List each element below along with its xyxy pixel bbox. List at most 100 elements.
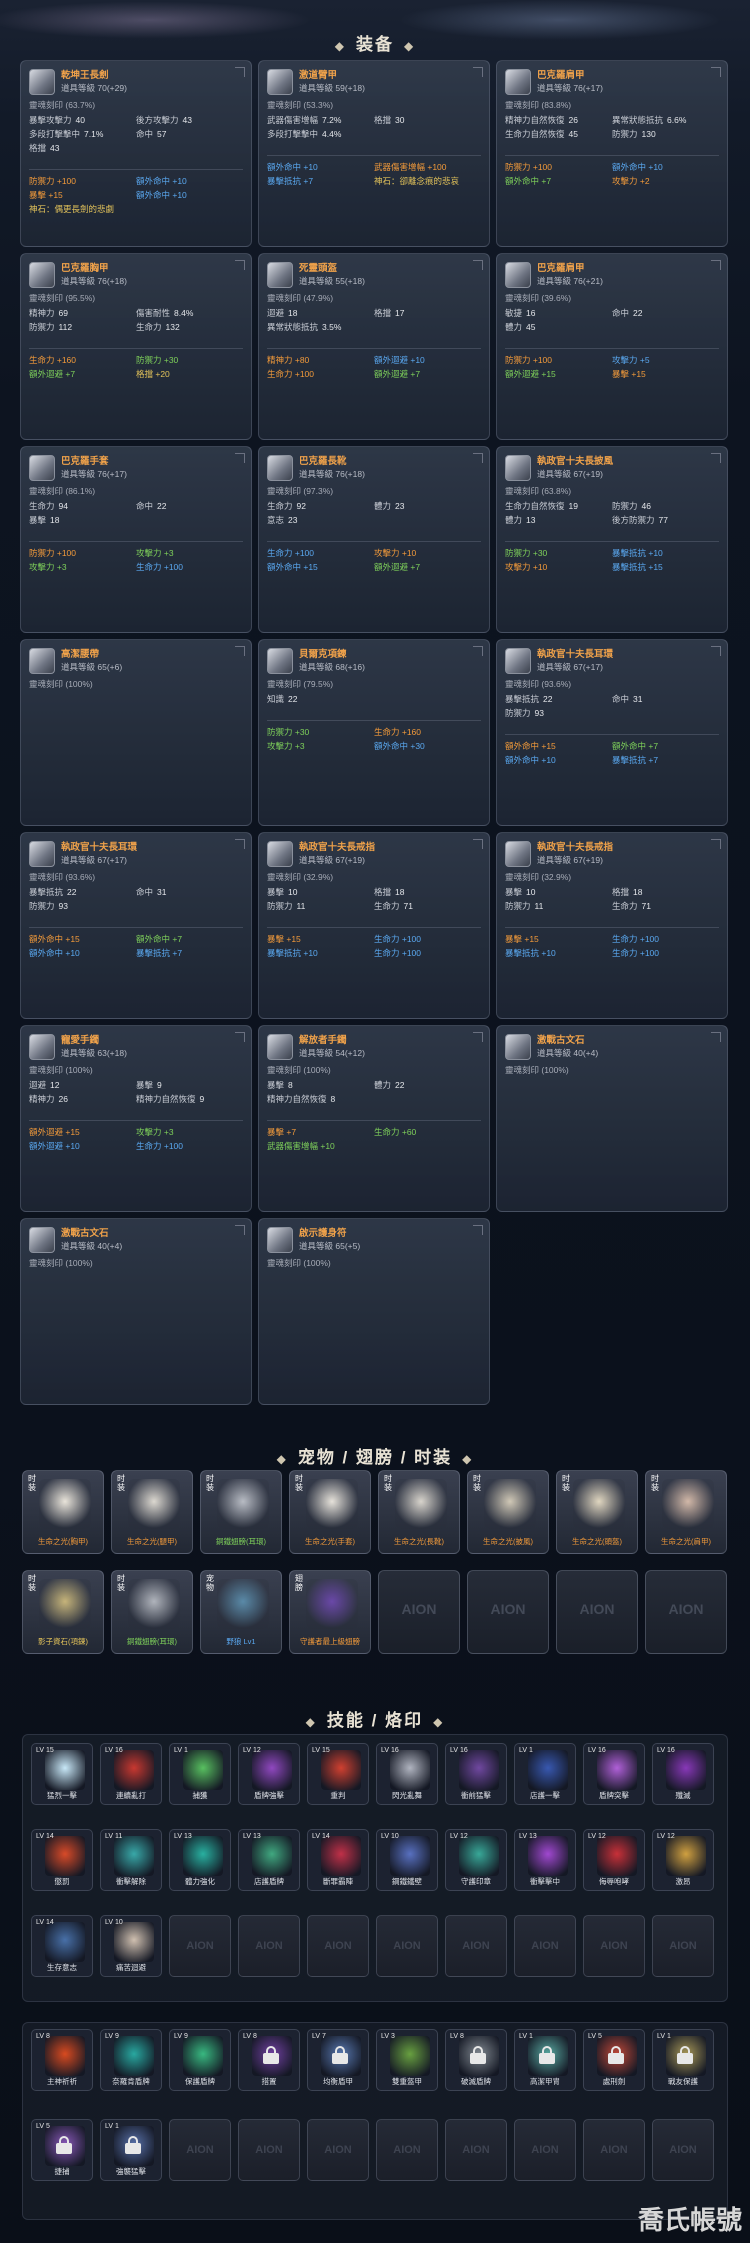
skill-slot[interactable]: LV 13 體力強化 bbox=[169, 1829, 231, 1891]
skill-slot[interactable]: LV 14 懲罰 bbox=[31, 1829, 93, 1891]
equipment-card[interactable]: 貝爾克項鍊 道具等級 68(+16) 靈魂刻印 (79.5%) 知識 22 防禦力 +30… bbox=[258, 639, 490, 826]
tile-type-tag: 时装 bbox=[295, 1474, 303, 1492]
item-stats: 知識 22 bbox=[267, 692, 481, 706]
bonus-entry: 額外命中 +10 bbox=[612, 162, 663, 172]
item-name: 啟示護身符 bbox=[299, 1228, 347, 1239]
skill-slot[interactable]: LV 1 捕獲 bbox=[169, 1743, 231, 1805]
aion-watermark: AION bbox=[490, 1601, 526, 1617]
equipment-card[interactable]: 巴克羅長靴 道具等級 76(+18) 靈魂刻印 (97.3%) 生命力 92 體力 23 意志… bbox=[258, 446, 490, 633]
stat-value: 45 bbox=[568, 129, 578, 139]
costume-tile[interactable]: 时装 生命之光(披風) bbox=[467, 1470, 549, 1554]
skill-slot[interactable]: LV 12 激昂 bbox=[652, 1829, 714, 1891]
stigma-slot[interactable]: LV 1 高潔甲冑 bbox=[514, 2029, 576, 2091]
skill-slot[interactable]: LV 16 閃光亂舞 bbox=[376, 1743, 438, 1805]
skill-name: 連續亂打 bbox=[116, 1791, 146, 1800]
equipment-card[interactable]: 巴克羅胸甲 道具等級 76(+18) 靈魂刻印 (95.5%) 精神力 69 傷害耐性 8.… bbox=[20, 253, 252, 440]
card-header: 高潔腰帶 道具等級 65(+6) bbox=[29, 646, 243, 676]
stigma-slot[interactable]: LV 7 均衡盾甲 bbox=[307, 2029, 369, 2091]
stigma-slot[interactable]: LV 5 捷捕 bbox=[31, 2119, 93, 2181]
tile-type-tag: 时装 bbox=[206, 1474, 214, 1492]
costume-tile[interactable]: 时装 銅鐵翅膀(耳環) bbox=[200, 1470, 282, 1554]
skill-slot[interactable]: LV 16 連續亂打 bbox=[100, 1743, 162, 1805]
stigma-slot[interactable]: LV 9 奈羅肯盾牌 bbox=[100, 2029, 162, 2091]
skill-slot[interactable]: LV 16 衝前猛擊 bbox=[445, 1743, 507, 1805]
skill-level: LV 13 bbox=[519, 1833, 537, 1840]
stigma-slot[interactable]: LV 8 主神祈祈 bbox=[31, 2029, 93, 2091]
stat-value: 10 bbox=[288, 887, 298, 897]
skill-slot[interactable]: LV 12 盾牌強擊 bbox=[238, 1743, 300, 1805]
costume-tile[interactable]: 宠物 野狼 Lv1 bbox=[200, 1570, 282, 1654]
item-name: 激戰古文石 bbox=[537, 1035, 585, 1046]
skill-slot[interactable]: LV 14 斷罪霸陣 bbox=[307, 1829, 369, 1891]
skill-slot[interactable]: LV 1 店護一擊 bbox=[514, 1743, 576, 1805]
skill-slot[interactable]: LV 12 守護印章 bbox=[445, 1829, 507, 1891]
skill-slot[interactable]: LV 13 店護盾牌 bbox=[238, 1829, 300, 1891]
skill-slot[interactable]: LV 14 生存意志 bbox=[31, 1915, 93, 1977]
equipment-card[interactable]: 激戰古文石 道具等級 40(+4) 靈魂刻印 (100%) bbox=[20, 1218, 252, 1405]
equipment-card[interactable]: 執政官十夫長戒指 道具等級 67(+19) 靈魂刻印 (32.9%) 暴擊 10 格擋 18… bbox=[258, 832, 490, 1019]
equipment-card[interactable]: 巴克羅手套 道具等級 76(+17) 靈魂刻印 (86.1%) 生命力 94 命中 22 暴擊… bbox=[20, 446, 252, 633]
item-title: 寵愛手鐲 道具等級 63(+18) bbox=[61, 1035, 127, 1059]
costume-tile[interactable]: 翅膀 守護者最上級翅膀 bbox=[289, 1570, 371, 1654]
skill-slot[interactable]: LV 15 猛烈一擊 bbox=[31, 1743, 93, 1805]
skill-name: 高潔甲冑 bbox=[530, 2077, 560, 2086]
equipment-card[interactable]: 執政官十夫長耳環 道具等級 67(+17) 靈魂刻印 (93.6%) 暴擊抵抗 22 命中… bbox=[20, 832, 252, 1019]
bonus-entry: 武器傷害增幅 +10 bbox=[267, 1141, 335, 1151]
empty-skill-slot: AION bbox=[376, 2119, 438, 2181]
equipment-card[interactable]: 啟示護身符 道具等級 65(+5) 靈魂刻印 (100%) bbox=[258, 1218, 490, 1405]
stigma-slot[interactable]: LV 8 措置 bbox=[238, 2029, 300, 2091]
equipment-card[interactable]: 執政官十夫長披風 道具等級 67(+19) 靈魂刻印 (63.8%) 生命力自然恢復 1… bbox=[496, 446, 728, 633]
card-corner-icon bbox=[473, 1225, 483, 1235]
skill-slot[interactable]: LV 12 侮辱咆哮 bbox=[583, 1829, 645, 1891]
stigma-slot[interactable]: LV 9 保護盾牌 bbox=[169, 2029, 231, 2091]
equipment-card[interactable]: 巴克羅肩甲 道具等級 76(+17) 靈魂刻印 (83.8%) 精神力自然恢復 26 異常… bbox=[496, 60, 728, 247]
aion-watermark: AION bbox=[531, 2144, 559, 2156]
item-icon bbox=[505, 262, 531, 288]
costume-tile[interactable]: 时装 生命之光(頭盔) bbox=[556, 1470, 638, 1554]
equipment-card[interactable]: 執政官十夫長戒指 道具等級 67(+19) 靈魂刻印 (32.9%) 暴擊 10 格擋 18… bbox=[496, 832, 728, 1019]
costume-tile[interactable]: 时装 銅鐵翅膀(耳環) bbox=[111, 1570, 193, 1654]
bonus-entry: 額外命中 +10 bbox=[136, 190, 187, 200]
soul-imprint: 靈魂刻印 (100%) bbox=[29, 1258, 93, 1268]
skill-slot[interactable]: LV 10 鋼鐵鐵壁 bbox=[376, 1829, 438, 1891]
skill-slot[interactable]: LV 11 衝擊解除 bbox=[100, 1829, 162, 1891]
stat-value: 45 bbox=[526, 322, 536, 332]
costume-tile[interactable]: 时装 生命之光(胸甲) bbox=[22, 1470, 104, 1554]
equipment-card[interactable]: 寵愛手鐲 道具等級 63(+18) 靈魂刻印 (100%) 迴避 12 暴擊 9 精神力 26 精… bbox=[20, 1025, 252, 1212]
equipment-card[interactable]: 解放者手鐲 道具等級 54(+12) 靈魂刻印 (100%) 暴擊 8 體力 22 精神力自然… bbox=[258, 1025, 490, 1212]
item-level: 道具等級 65(+6) bbox=[61, 662, 123, 672]
skill-slot[interactable]: LV 16 殲滅 bbox=[652, 1743, 714, 1805]
skill-slot[interactable]: LV 10 痛苦迴避 bbox=[100, 1915, 162, 1977]
skill-slot[interactable]: LV 13 衝擊擊中 bbox=[514, 1829, 576, 1891]
item-title: 巴克羅手套 道具等級 76(+17) bbox=[61, 456, 127, 480]
item-icon bbox=[29, 1034, 55, 1060]
equipment-card[interactable]: 乾坤王長劍 道具等級 70(+29) 靈魂刻印 (63.7%) 暴擊攻擊力 40 後方攻擊… bbox=[20, 60, 252, 247]
costume-tile[interactable]: 时装 生命之光(長靴) bbox=[378, 1470, 460, 1554]
stat-entry bbox=[374, 320, 481, 334]
equipment-card[interactable]: 執政官十夫長耳環 道具等級 67(+17) 靈魂刻印 (93.6%) 暴擊抵抗 22 命中… bbox=[496, 639, 728, 826]
stat-value: 43 bbox=[50, 143, 60, 153]
costume-tile[interactable]: 时装 生命之光(腿甲) bbox=[111, 1470, 193, 1554]
skill-name: 衝擊擊中 bbox=[530, 1877, 560, 1886]
skill-slot[interactable]: LV 16 盾牌突擊 bbox=[583, 1743, 645, 1805]
equipment-card[interactable]: 巴克羅肩甲 道具等級 76(+21) 靈魂刻印 (39.6%) 敏捷 16 命中 22 體力 4… bbox=[496, 253, 728, 440]
item-bonuses: 暴擊 +15 生命力 +100 暴擊抵抗 +10 生命力 +100 bbox=[267, 932, 481, 960]
equipment-card[interactable]: 激道臂甲 道具等級 59(+18) 靈魂刻印 (53.3%) 武器傷害增幅 7.2% 格擋… bbox=[258, 60, 490, 247]
equipment-card[interactable]: 死靈頭盔 道具等級 55(+18) 靈魂刻印 (47.9%) 迴避 18 格擋 17 異常狀態… bbox=[258, 253, 490, 440]
skill-slot[interactable]: LV 15 重判 bbox=[307, 1743, 369, 1805]
stigma-slot[interactable]: LV 3 雙重盔甲 bbox=[376, 2029, 438, 2091]
stat-label: 命中 bbox=[136, 501, 154, 511]
stigma-slot[interactable]: LV 1 強襲猛擊 bbox=[100, 2119, 162, 2181]
stigma-slot[interactable]: LV 5 處刑劍 bbox=[583, 2029, 645, 2091]
costume-tile[interactable]: 时装 生命之光(手套) bbox=[289, 1470, 371, 1554]
stigma-slot[interactable]: LV 1 戰友保護 bbox=[652, 2029, 714, 2091]
bonus-entry: 暴擊 +15 bbox=[505, 934, 539, 944]
equipment-card[interactable]: 激戰古文石 道具等級 40(+4) 靈魂刻印 (100%) bbox=[496, 1025, 728, 1212]
equipment-card[interactable]: 高潔腰帶 道具等級 65(+6) 靈魂刻印 (100%) bbox=[20, 639, 252, 826]
lock-body bbox=[539, 2053, 555, 2064]
skill-name: 生存意志 bbox=[47, 1963, 77, 1972]
stigma-slot[interactable]: LV 8 破滅盾牌 bbox=[445, 2029, 507, 2091]
costume-tile[interactable]: 时装 生命之光(肩甲) bbox=[645, 1470, 727, 1554]
costume-tile[interactable]: 时装 影子資石(項鍊) bbox=[22, 1570, 104, 1654]
aion-watermark: AION bbox=[255, 2144, 283, 2156]
